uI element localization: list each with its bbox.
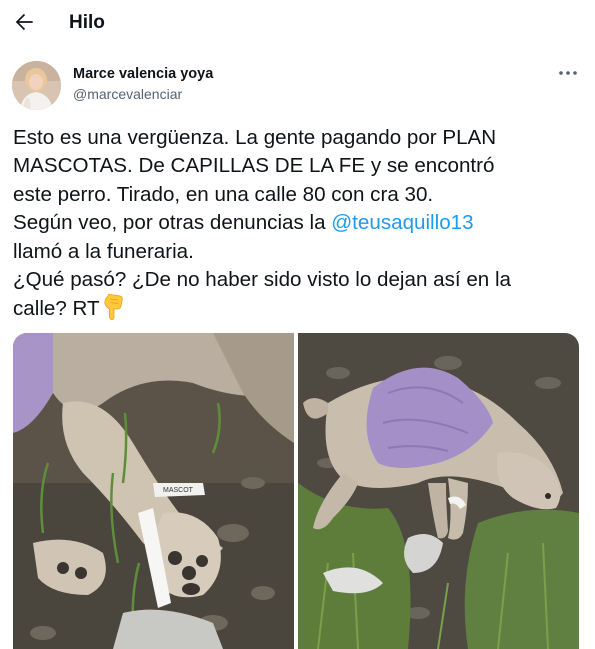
- thread-header: Hilo: [0, 0, 595, 46]
- dog-paw-wristband-photo[interactable]: MASCOT: [13, 333, 294, 649]
- tweet-media[interactable]: MASCOT: [13, 333, 579, 649]
- tweet-text-fragment: Según veo, por otras denuncias la: [13, 211, 332, 235]
- mention-link[interactable]: @teusaquillo13: [331, 211, 473, 234]
- tweet-line: Esto es una vergüenza. La gente pagando …: [13, 126, 497, 149]
- tweet-text: Esto es una vergüenza. La gente pagando …: [13, 124, 581, 329]
- author-handle[interactable]: @marcevalenciar: [73, 85, 182, 103]
- more-horizontal-icon: [559, 71, 577, 75]
- dog-lying-towel-photo[interactable]: [298, 333, 579, 649]
- avatar[interactable]: [12, 61, 61, 110]
- page-title: Hilo: [69, 12, 105, 33]
- tweet-line: este perro. Tirado, en una calle 80 con …: [13, 182, 434, 206]
- pointing-down-hand-icon: [101, 294, 125, 328]
- tweet-line-last: calle? RT: [13, 294, 581, 328]
- tweet-author: Marce valencia yoya @marcevalenciar: [12, 58, 583, 112]
- tweet-text-fragment: calle? RT: [13, 297, 100, 321]
- tweet-line: llamó a la funeraria.: [13, 239, 194, 263]
- tweet-line: MASCOTAS. De CAPILLAS DE LA FE y se enco…: [13, 154, 495, 178]
- tweet-line-mention: Según veo, por otras denuncias la @teusa…: [13, 209, 581, 237]
- more-options-button[interactable]: [557, 64, 579, 82]
- wristband-text: MASCOT: [163, 487, 194, 494]
- back-button[interactable]: [11, 9, 37, 35]
- author-name[interactable]: Marce valencia yoya: [73, 65, 213, 83]
- arrow-left-icon: [15, 13, 33, 31]
- tweet-line: ¿Qué pasó? ¿De no haber sido visto lo de…: [13, 268, 511, 292]
